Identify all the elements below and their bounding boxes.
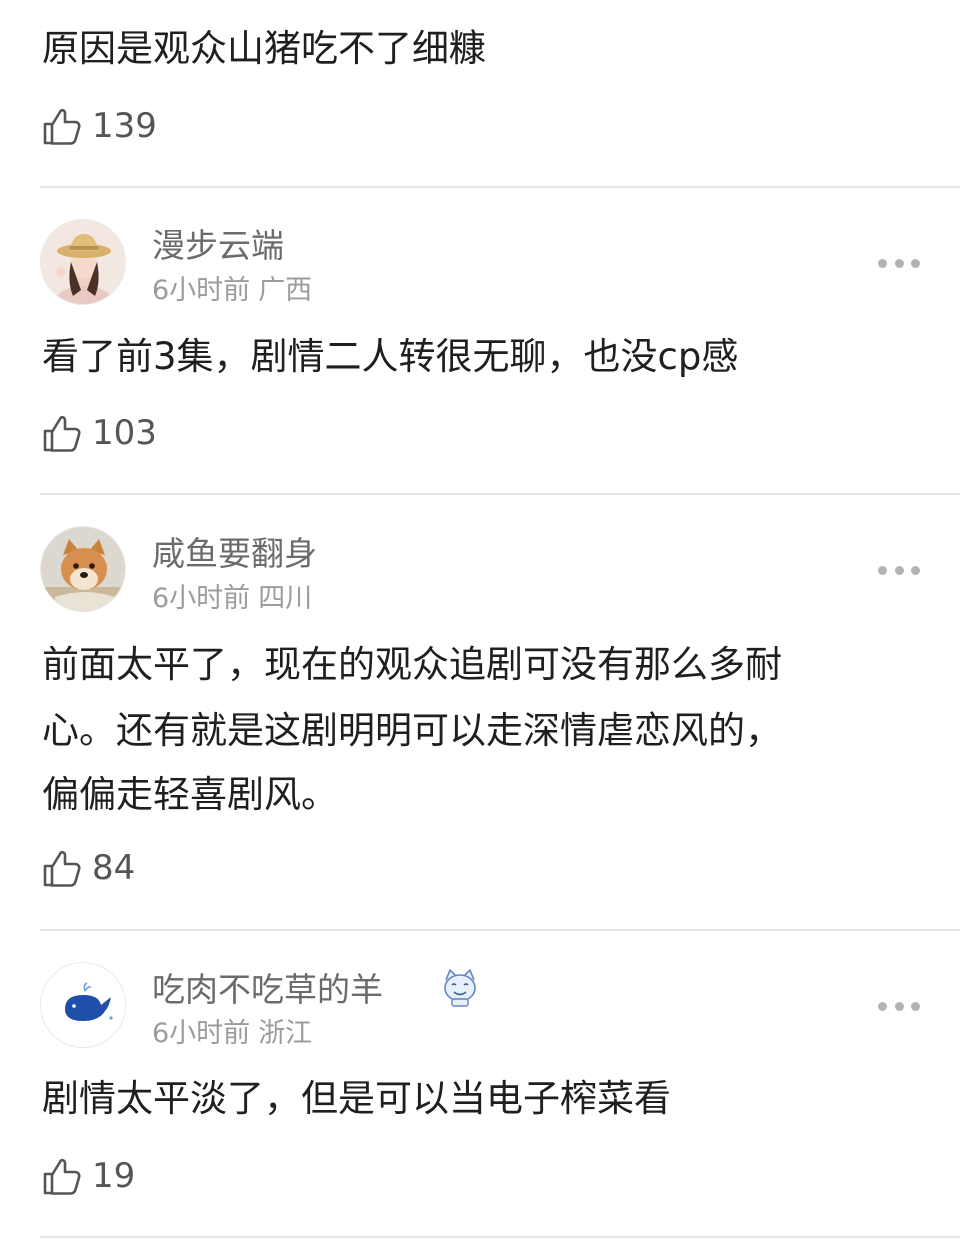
like-button[interactable]: 84: [42, 846, 135, 890]
timestamp: 6小时前: [152, 1018, 251, 1049]
blue-whale-avatar: [41, 963, 125, 1047]
comment-text: 剧情太平淡了，但是可以当电子榨菜看: [42, 1077, 671, 1120]
thumbs-up-icon: [43, 108, 81, 145]
comment-text-line: 偏偏走轻喜剧风。: [42, 773, 338, 816]
divider: [40, 1236, 960, 1238]
location: 广西: [258, 275, 313, 306]
thumbs-up-icon: [43, 1158, 81, 1195]
user-badge: [440, 966, 480, 1012]
girl-with-straw-hat-avatar: [41, 220, 125, 304]
like-count: 84: [92, 848, 136, 888]
timestamp: 6小时前: [152, 275, 251, 306]
comment-meta: 6小时前 浙江: [152, 1016, 312, 1052]
cat-sticker-icon: [444, 968, 476, 1007]
more-dots-icon: [878, 1001, 887, 1011]
location: 四川: [258, 583, 313, 614]
like-button[interactable]: 103: [42, 411, 157, 455]
divider: [40, 929, 960, 931]
avatar[interactable]: [40, 962, 126, 1048]
more-dot: [911, 258, 920, 268]
like-count: 19: [92, 1156, 136, 1196]
username[interactable]: 漫步云端: [152, 224, 284, 268]
shiba-dog-avatar: [41, 527, 125, 611]
more-dot: [911, 1001, 920, 1011]
like-count: 103: [92, 413, 157, 453]
comment-text: 看了前3集，剧情二人转很无聊，也没cp感: [42, 335, 739, 378]
like-button[interactable]: 139: [42, 104, 157, 148]
more-dot: [894, 258, 904, 268]
more-dot: [911, 565, 920, 575]
more-dots-icon: [878, 258, 887, 268]
more-options-button[interactable]: [878, 1000, 920, 1012]
more-options-button[interactable]: [878, 257, 920, 269]
like-count: 139: [92, 106, 157, 146]
comment-text-line: 心。还有就是这剧明明可以走深情虐恋风的，: [42, 709, 782, 752]
comment-meta: 6小时前 广西: [152, 273, 312, 309]
divider: [40, 493, 960, 495]
comment-meta: 6小时前 四川: [152, 581, 312, 617]
comment-text: 原因是观众山猪吃不了细糠: [42, 27, 486, 70]
more-dot: [894, 565, 904, 575]
more-options-button[interactable]: [878, 564, 920, 576]
thumbs-up-icon: [43, 415, 81, 452]
divider: [40, 186, 960, 188]
like-button[interactable]: 19: [42, 1154, 135, 1198]
location: 浙江: [258, 1018, 313, 1049]
more-dot: [894, 1001, 904, 1011]
username[interactable]: 吃肉不吃草的羊: [152, 968, 383, 1012]
thumbs-up-icon: [43, 850, 81, 887]
more-dots-icon: [878, 565, 887, 575]
username[interactable]: 咸鱼要翻身: [152, 532, 317, 576]
timestamp: 6小时前: [152, 583, 251, 614]
avatar[interactable]: [40, 219, 126, 305]
comment-text-line: 前面太平了，现在的观众追剧可没有那么多耐: [42, 643, 782, 686]
avatar[interactable]: [40, 526, 126, 612]
